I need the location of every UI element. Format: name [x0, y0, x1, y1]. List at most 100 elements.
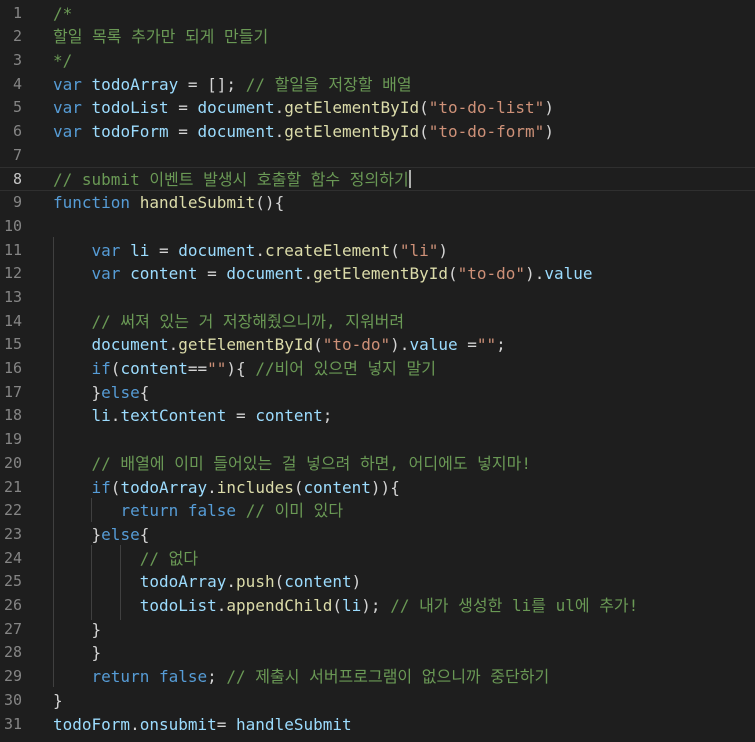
code-token: // 제출시 서버프로그램이 없으니까 중단하기 — [226, 667, 550, 687]
code-token: { — [139, 524, 150, 544]
code-line[interactable]: 13 — [0, 286, 755, 310]
code-token: ( — [332, 596, 343, 615]
code-token: // 할일을 저장할 배열 — [245, 74, 412, 94]
code-line[interactable]: 19 — [0, 428, 755, 452]
line-number: 22 — [3, 501, 22, 520]
code-token: li — [91, 406, 111, 426]
code-line[interactable]: 21 if(todoArray.includes(content)){ — [0, 476, 755, 500]
code-token: todoArray — [120, 477, 208, 497]
code-line[interactable]: 22 return false // 이미 있다 — [0, 499, 755, 523]
code-line[interactable]: 20 // 배열에 이미 들어있는 걸 넣으려 하면, 어디에도 넣지마! — [0, 452, 755, 476]
code-line[interactable]: 16 if(content==""){ //비어 있으면 넣지 말기 — [0, 357, 755, 381]
line-number: 11 — [3, 240, 22, 259]
code-line[interactable]: 11 var li = document.createElement("li") — [0, 239, 755, 263]
line-code: if(todoArray.includes(content)){ — [53, 476, 400, 500]
text-cursor — [408, 170, 411, 189]
code-token: . — [168, 335, 179, 355]
code-token: ); — [361, 596, 391, 615]
code-token: . — [207, 477, 217, 497]
line-code: var todoForm = document.getElementById("… — [53, 120, 554, 144]
code-token: return — [120, 501, 179, 521]
code-token: ; — [207, 667, 227, 687]
code-line[interactable]: 10 — [0, 215, 755, 239]
code-token: ). — [390, 335, 410, 355]
code-token: content — [120, 359, 188, 378]
code-token: . — [130, 714, 140, 734]
line-number: 24 — [3, 548, 22, 567]
code-line[interactable]: 6 var todoForm = document.getElementById(… — [0, 120, 755, 144]
code-token: // submit 이벤트 발생시 호출할 함수 정의하기 — [53, 170, 409, 190]
code-token: todoForm — [53, 714, 131, 734]
code-line[interactable]: 14 // 써져 있는 거 저장해줬으니까, 지워버려 — [0, 310, 755, 334]
code-line[interactable]: 7 — [0, 144, 755, 168]
code-line[interactable]: 3 */ — [0, 49, 755, 73]
code-line[interactable]: 2 할일 목록 추가만 되게 만들기 — [0, 25, 755, 49]
line-number: 6 — [12, 122, 22, 140]
code-token: ( — [390, 240, 400, 260]
code-editor[interactable]: 1 /* 2 할일 목록 추가만 되게 만들기 3 */ 4 var todoArray = … — [0, 0, 755, 742]
code-token: getElementById — [313, 264, 448, 284]
code-token: . — [110, 406, 121, 426]
code-token: content — [255, 406, 323, 426]
line-number: 2 — [12, 27, 22, 46]
code-token: textContent — [120, 406, 227, 426]
code-line[interactable]: 12 var content = document.getElementById… — [0, 262, 755, 286]
code-token: var — [53, 74, 82, 94]
code-token: } — [91, 619, 102, 639]
code-token: . — [226, 572, 237, 592]
code-line[interactable]: 15 document.getElementById("to-do").valu… — [0, 333, 755, 357]
code-token: // 배열에 이미 들어있는 걸 넣으려 하면, 어디에도 넣지마! — [91, 453, 531, 473]
code-line[interactable]: 5 var todoList = document.getElementById(… — [0, 96, 755, 120]
code-line[interactable]: 23 }else{ — [0, 523, 755, 547]
code-line[interactable]: 18 li.textContent = content; — [0, 404, 755, 428]
line-code: todoList.appendChild(li); // 내가 생성한 li를 … — [53, 594, 639, 618]
code-token: == — [187, 359, 208, 378]
code-line[interactable]: 28 } — [0, 641, 755, 665]
code-token: onsubmit — [139, 714, 217, 734]
code-line[interactable]: 29 return false; // 제출시 서버프로그램이 없으니까 중단하… — [0, 665, 755, 689]
code-token: ( — [419, 98, 429, 118]
code-line[interactable]: 24 // 없다 — [0, 547, 755, 571]
code-token: ( — [274, 572, 285, 592]
code-line[interactable]: 31 todoForm.onsubmit= handleSubmit — [0, 713, 755, 737]
code-token: value — [409, 335, 458, 355]
line-code: */ — [53, 49, 72, 73]
code-token: = — [457, 335, 477, 355]
code-token: ( — [419, 122, 429, 141]
code-line[interactable]: 25 todoArray.push(content) — [0, 570, 755, 594]
code-token: { — [139, 382, 150, 402]
code-line[interactable]: 9 function handleSubmit(){ — [0, 191, 755, 215]
line-code: // 써져 있는 거 저장해줬으니까, 지워버려 — [53, 310, 405, 334]
code-token: = []; — [178, 74, 246, 94]
code-token: return — [91, 667, 150, 687]
code-line[interactable]: 1 /* — [0, 2, 755, 26]
code-line[interactable]: 8 // submit 이벤트 발생시 호출할 함수 정의하기 — [0, 167, 755, 192]
line-code: } — [53, 641, 102, 665]
code-token: else — [101, 382, 140, 402]
code-token: ) — [544, 122, 554, 141]
line-code: // 없다 — [53, 547, 198, 571]
code-line[interactable]: 17 }else{ — [0, 381, 755, 405]
code-line[interactable]: 30} — [0, 689, 755, 713]
line-number: 7 — [12, 145, 22, 164]
code-token: function — [53, 193, 131, 213]
code-token: = — [216, 714, 237, 734]
code-token: "" — [207, 359, 227, 378]
code-token: createElement — [264, 240, 391, 260]
code-line[interactable]: 27 } — [0, 618, 755, 642]
code-token: todoForm — [91, 122, 169, 141]
code-token: content — [303, 477, 371, 497]
code-token: false — [158, 667, 208, 687]
code-line[interactable]: 26 todoList.appendChild(li); // 내가 생성한 l… — [0, 594, 755, 618]
line-number: 31 — [3, 714, 22, 733]
code-line[interactable]: 4 var todoArray = []; // 할일을 저장할 배열 — [0, 73, 755, 97]
